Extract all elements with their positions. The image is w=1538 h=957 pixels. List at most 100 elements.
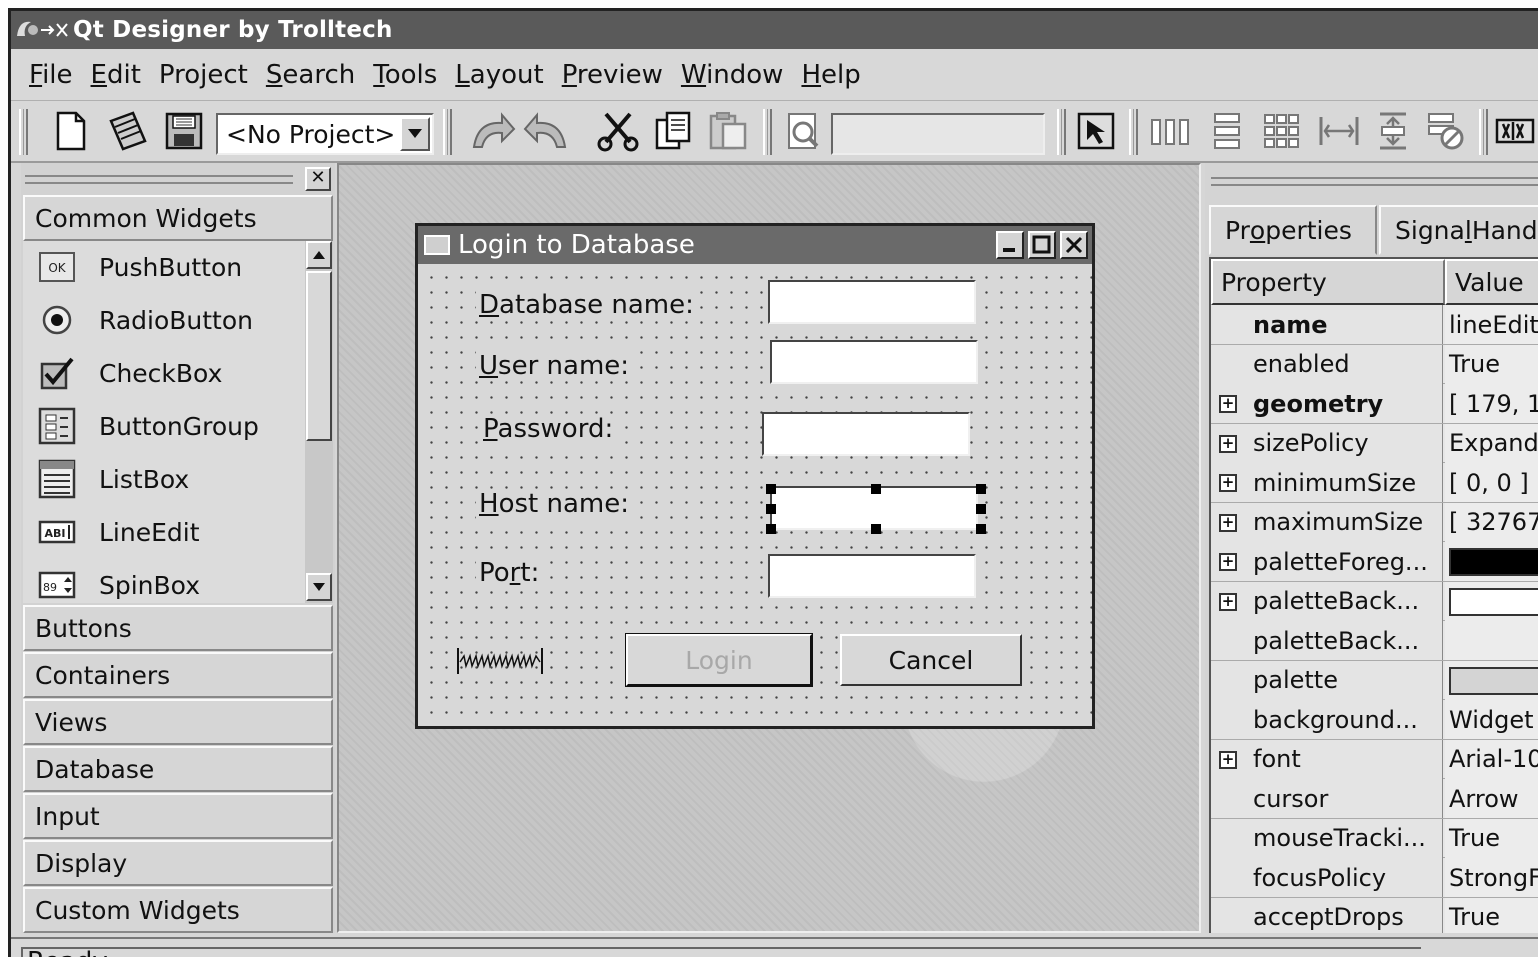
splitter-icon[interactable] xyxy=(1493,107,1537,155)
toolbar-grip[interactable] xyxy=(19,109,28,155)
property-value[interactable]: [ 0, 0 ] xyxy=(1445,463,1538,502)
paste-icon[interactable] xyxy=(705,107,751,155)
maximize-icon[interactable] xyxy=(1028,231,1056,259)
property-row[interactable]: background... Widget xyxy=(1211,700,1538,740)
expand-icon[interactable]: + xyxy=(1219,395,1237,413)
property-value[interactable]: lineEdit xyxy=(1445,305,1538,344)
property-value[interactable]: True xyxy=(1445,818,1538,858)
list-item-checkbox[interactable]: CheckBox xyxy=(23,347,308,399)
selection-handle[interactable] xyxy=(976,484,986,494)
color-swatch[interactable] xyxy=(1449,587,1538,616)
column-header-value[interactable]: Value xyxy=(1445,259,1538,305)
host-name-label[interactable]: Host name: xyxy=(476,489,632,519)
database-name-input[interactable] xyxy=(768,280,976,324)
property-row[interactable]: cursor Arrow xyxy=(1211,779,1538,819)
dock-grip[interactable] xyxy=(25,175,293,184)
property-value[interactable]: True xyxy=(1445,344,1538,384)
minimize-icon[interactable] xyxy=(996,231,1024,259)
close-icon[interactable]: ✕ xyxy=(305,167,331,191)
menu-preview[interactable]: Preview xyxy=(554,60,671,90)
expand-icon[interactable]: + xyxy=(1219,553,1237,571)
find-field[interactable] xyxy=(831,113,1045,155)
property-row[interactable]: focusPolicy StrongF xyxy=(1211,858,1538,898)
adjust-size-icon[interactable] xyxy=(1315,107,1363,155)
section-common-widgets[interactable]: Common Widgets xyxy=(23,195,333,241)
selection-handle[interactable] xyxy=(871,484,881,494)
form-canvas[interactable]: Database name: User name: Password: Host… xyxy=(418,264,1092,726)
undo-icon[interactable] xyxy=(466,107,518,155)
list-item-spinbox[interactable]: 89 SpinBox xyxy=(23,559,308,603)
property-value[interactable]: True xyxy=(1445,897,1538,933)
tab-signal-handlers[interactable]: Signa l Hand xyxy=(1379,205,1538,255)
find-icon[interactable] xyxy=(781,107,827,155)
port-input[interactable] xyxy=(768,554,976,598)
property-value[interactable]: Expand xyxy=(1445,423,1538,463)
property-value[interactable]: [ 32767 xyxy=(1445,502,1538,542)
expand-icon[interactable]: + xyxy=(1219,750,1237,769)
color-swatch[interactable] xyxy=(1449,666,1538,695)
user-name-input[interactable] xyxy=(770,340,978,384)
project-combo[interactable]: <No Project> xyxy=(216,113,434,155)
property-row[interactable]: mouseTracki... True xyxy=(1211,818,1538,858)
section-views[interactable]: Views xyxy=(23,699,333,745)
section-custom-widgets[interactable]: Custom Widgets xyxy=(23,887,333,933)
toolbar-grip[interactable] xyxy=(1057,109,1066,155)
property-value[interactable] xyxy=(1445,621,1538,660)
layout-vertical-icon[interactable] xyxy=(1205,107,1249,155)
section-display[interactable]: Display xyxy=(23,840,333,886)
menu-file[interactable]: File xyxy=(21,60,81,90)
dock-grip[interactable] xyxy=(1211,177,1538,186)
list-item-radiobutton[interactable]: RadioButton xyxy=(23,294,308,346)
toolbox-scrollbar[interactable] xyxy=(305,241,333,603)
database-name-label[interactable]: Database name: xyxy=(476,290,697,320)
property-row[interactable]: + geometry[ 179, 1 xyxy=(1211,384,1538,424)
property-row[interactable]: + sizePolicy Expand xyxy=(1211,423,1538,463)
property-row[interactable]: + paletteBack... xyxy=(1211,581,1538,621)
menu-edit[interactable]: Edit xyxy=(83,60,149,90)
password-input[interactable] xyxy=(762,412,970,456)
login-button[interactable]: Login xyxy=(626,634,812,686)
selection-handle[interactable] xyxy=(766,504,776,514)
property-row[interactable]: + maximumSize[ 32767 xyxy=(1211,502,1538,542)
section-input[interactable]: Input xyxy=(23,793,333,839)
expand-icon[interactable]: + xyxy=(1219,474,1237,492)
selection-handle[interactable] xyxy=(976,524,986,534)
toolbar-grip[interactable] xyxy=(763,109,772,155)
title-bar[interactable]: Qt Designer by Trolltech xyxy=(11,11,1538,49)
scroll-down-icon[interactable] xyxy=(306,573,332,601)
close-icon[interactable] xyxy=(1060,231,1088,259)
toolbar-grip[interactable] xyxy=(1129,109,1138,155)
list-item-pushbutton[interactable]: OK PushButton xyxy=(23,241,308,293)
property-value[interactable]: Arrow xyxy=(1445,779,1538,818)
cancel-button[interactable]: Cancel xyxy=(840,634,1022,686)
open-icon[interactable] xyxy=(103,107,151,155)
layout-horizontal-icon[interactable] xyxy=(1145,107,1195,155)
user-name-label[interactable]: User name: xyxy=(476,351,633,381)
pointer-icon[interactable] xyxy=(1075,107,1117,155)
redo-icon[interactable] xyxy=(521,107,573,155)
menu-tools[interactable]: Tools xyxy=(365,60,445,90)
property-row[interactable]: + paletteForeg... xyxy=(1211,542,1538,582)
section-database[interactable]: Database xyxy=(23,746,333,792)
expand-icon[interactable]: + xyxy=(1219,592,1237,611)
property-row[interactable]: + font Arial-10 xyxy=(1211,739,1538,779)
property-value[interactable]: [ 179, 1 xyxy=(1445,384,1538,423)
selection-handle[interactable] xyxy=(766,484,776,494)
section-buttons[interactable]: Buttons xyxy=(23,605,333,651)
menu-help[interactable]: Help xyxy=(793,60,868,90)
horizontal-spacer[interactable] xyxy=(456,646,544,676)
save-icon[interactable] xyxy=(161,107,207,155)
menu-search[interactable]: Search xyxy=(258,60,363,90)
form-title-bar[interactable]: Login to Database xyxy=(418,226,1092,264)
property-row[interactable]: enabled True xyxy=(1211,344,1538,384)
password-label[interactable]: Password: xyxy=(480,414,617,444)
new-file-icon[interactable] xyxy=(49,107,93,155)
property-row[interactable]: + minimumSize[ 0, 0 ] xyxy=(1211,463,1538,503)
property-row[interactable]: name lineEdit xyxy=(1211,305,1538,345)
toolbar-grip[interactable] xyxy=(443,109,452,155)
expand-icon[interactable]: + xyxy=(1219,434,1237,453)
port-label[interactable]: Port: xyxy=(476,558,543,588)
section-containers[interactable]: Containers xyxy=(23,652,333,698)
selection-handle[interactable] xyxy=(976,504,986,514)
cut-icon[interactable] xyxy=(593,107,643,155)
